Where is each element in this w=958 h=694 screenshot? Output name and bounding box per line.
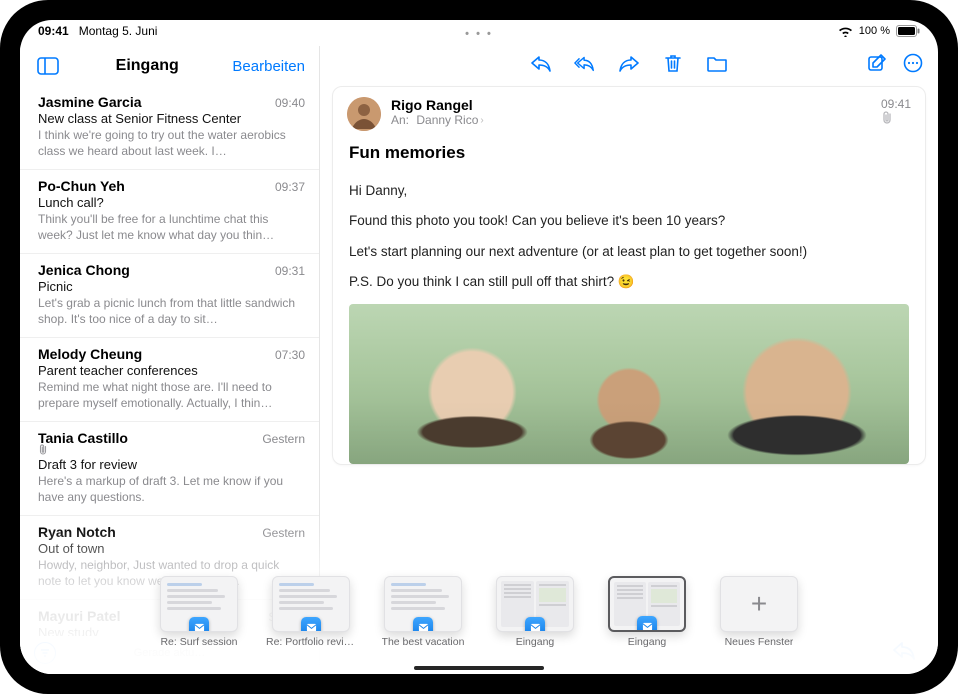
inbox-list[interactable]: Jasmine Garcia 09:40New class at Senior F… <box>20 86 319 636</box>
inbox-preview: Here's a markup of draft 3. Let me know … <box>38 473 305 505</box>
inbox-time: Gestern <box>262 526 305 540</box>
window-thumbnail <box>384 576 462 632</box>
inbox-item[interactable]: Jenica Chong 09:31PicnicLet's grab a picn… <box>20 254 319 338</box>
shelf-label: Re: Portfolio review <box>266 636 356 648</box>
window-thumbnail <box>272 576 350 632</box>
inbox-time: 09:31 <box>275 264 305 278</box>
inbox-subject: Lunch call? <box>38 195 305 210</box>
status-right: 100 % <box>838 25 920 37</box>
message-meta: 09:41 <box>881 97 911 125</box>
status-bar: 09:41 Montag 5. Juni • • • 100 % <box>20 20 938 38</box>
from-name: Rigo Rangel <box>391 97 871 113</box>
battery-text: 100 % <box>859 25 890 37</box>
battery-icon <box>896 25 920 37</box>
new-window-button[interactable]: + Neues Fenster <box>714 576 804 648</box>
shelf-window[interactable]: Re: Surf session <box>154 576 244 648</box>
inbox-preview: Remind me what night those are. I'll nee… <box>38 379 305 411</box>
inbox-item[interactable]: Melody Cheung 07:30Parent teacher confere… <box>20 338 319 422</box>
inbox-subject: Picnic <box>38 279 305 294</box>
inbox-time: 09:37 <box>275 180 305 194</box>
to-prefix: An: <box>391 113 409 127</box>
message-subject: Fun memories <box>333 139 925 163</box>
home-indicator[interactable] <box>414 666 544 670</box>
shelf-window[interactable]: The best vacation <box>378 576 468 648</box>
inbox-sender: Jenica Chong <box>38 262 130 278</box>
status-left: 09:41 Montag 5. Juni <box>38 24 157 38</box>
sidebar-header: Eingang Bearbeiten <box>20 46 319 86</box>
to-line[interactable]: An: Danny Rico › <box>391 113 871 127</box>
compose-button[interactable] <box>866 52 888 74</box>
shelf-label: Neues Fenster <box>725 636 794 648</box>
mail-app-icon <box>525 617 545 632</box>
body-line: Let's start planning our next adventure … <box>349 240 909 264</box>
inbox-sender: Ryan Notch <box>38 524 116 540</box>
mail-app-icon <box>189 617 209 632</box>
window-thumbnail <box>608 576 686 632</box>
ipad-frame: 09:41 Montag 5. Juni • • • 100 % <box>0 0 958 694</box>
attachment-icon <box>881 111 911 125</box>
reply-all-button[interactable] <box>574 52 596 74</box>
window-thumbnail <box>160 576 238 632</box>
inbox-item[interactable]: Po-Chun Yeh 09:37Lunch call?Think you'll … <box>20 170 319 254</box>
move-button[interactable] <box>706 52 728 74</box>
inbox-preview: I think we're going to try out the water… <box>38 127 305 159</box>
shelf-window[interactable]: Eingang <box>490 576 580 648</box>
inbox-item[interactable]: Tania Castillo Gestern Draft 3 for reviewH… <box>20 422 319 516</box>
inbox-sender: Jasmine Garcia <box>38 94 142 110</box>
inbox-subject: New class at Senior Fitness Center <box>38 111 305 126</box>
inbox-subject: Out of town <box>38 541 305 556</box>
shelf-window[interactable]: Re: Portfolio review <box>266 576 356 648</box>
shelf-label: Eingang <box>628 636 667 648</box>
inbox-time: 07:30 <box>275 348 305 362</box>
message-time: 09:41 <box>881 97 911 111</box>
message-body: Hi Danny, Found this photo you took! Can… <box>333 163 925 464</box>
inbox-sender: Tania Castillo <box>38 430 128 446</box>
edit-button[interactable]: Bearbeiten <box>232 58 305 75</box>
mail-app-icon <box>301 617 321 632</box>
inbox-sender: Po-Chun Yeh <box>38 178 125 194</box>
message-header[interactable]: RR Rigo Rangel An: Danny Rico › <box>333 87 925 139</box>
sidebar-toggle-button[interactable] <box>34 54 62 78</box>
wifi-icon <box>838 26 853 37</box>
plus-icon: + <box>720 576 798 632</box>
shelf-label: Re: Surf session <box>160 636 237 648</box>
more-button[interactable] <box>902 52 924 74</box>
body-line: Hi Danny, <box>349 179 909 203</box>
inbox-subject: Draft 3 for review <box>38 457 305 472</box>
body-line: P.S. Do you think I can still pull off t… <box>349 270 909 294</box>
inbox-preview: Think you'll be free for a lunchtime cha… <box>38 211 305 243</box>
inbox-sender: Melody Cheung <box>38 346 142 362</box>
body-line: Found this photo you took! Can you belie… <box>349 209 909 233</box>
to-name: Danny Rico <box>416 113 478 127</box>
sidebar-title: Eingang <box>116 57 179 75</box>
inbox-time: 09:40 <box>275 96 305 110</box>
mail-app-icon <box>413 617 433 632</box>
shelf-window[interactable]: Eingang <box>602 576 692 648</box>
delete-button[interactable] <box>662 52 684 74</box>
app-shelf[interactable]: Re: Surf session Re: Portfolio review The … <box>20 570 938 666</box>
mail-app-icon <box>637 616 657 632</box>
inbox-preview: Let's grab a picnic lunch from that litt… <box>38 295 305 327</box>
window-thumbnail <box>496 576 574 632</box>
shelf-label: Eingang <box>516 636 555 648</box>
inbox-item[interactable]: Jasmine Garcia 09:40New class at Senior F… <box>20 86 319 170</box>
message-card: RR Rigo Rangel An: Danny Rico › <box>332 86 926 465</box>
shelf-label: The best vacation <box>382 636 465 648</box>
inbox-time: Gestern <box>262 432 305 446</box>
multitask-dots[interactable]: • • • <box>465 28 493 40</box>
status-date: Montag 5. Juni <box>79 24 158 38</box>
screen: 09:41 Montag 5. Juni • • • 100 % <box>20 20 938 674</box>
message-toolbar <box>320 46 938 80</box>
attached-photo[interactable] <box>349 304 909 464</box>
chevron-right-icon: › <box>480 115 483 126</box>
status-time: 09:41 <box>38 24 69 38</box>
forward-button[interactable] <box>618 52 640 74</box>
sender-avatar[interactable]: RR <box>347 97 381 131</box>
inbox-subject: Parent teacher conferences <box>38 363 305 378</box>
reply-button[interactable] <box>530 52 552 74</box>
